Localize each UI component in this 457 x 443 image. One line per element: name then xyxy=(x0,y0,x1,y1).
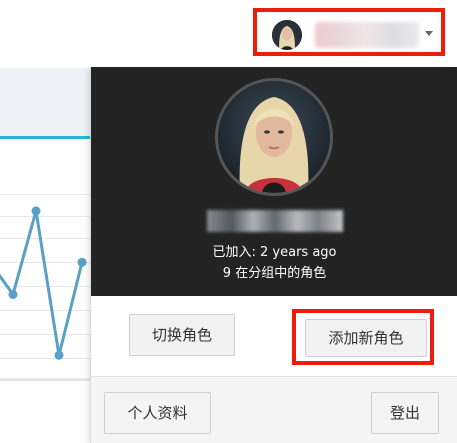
add-character-button[interactable]: 添加新角色 xyxy=(305,319,427,357)
character-name-redacted xyxy=(207,210,343,232)
character-actions: 切换角色 添加新角色 xyxy=(91,296,457,376)
background-bottom-border xyxy=(0,378,100,381)
profile-button[interactable]: 个人资料 xyxy=(104,392,211,434)
logout-button[interactable]: 登出 xyxy=(371,392,439,434)
chevron-down-icon xyxy=(425,31,433,36)
character-portrait xyxy=(215,78,333,196)
background-accent-bar xyxy=(0,136,100,139)
background-line-chart xyxy=(0,206,87,360)
user-menu-trigger[interactable] xyxy=(253,8,445,56)
joined-text: 已加入: 2 years ago xyxy=(212,245,337,260)
chart-point xyxy=(8,290,18,299)
avatar-small xyxy=(272,20,302,50)
switch-character-button[interactable]: 切换角色 xyxy=(129,314,235,356)
username-redacted xyxy=(315,22,419,48)
add-character-highlight: 添加新角色 xyxy=(292,309,434,365)
chart-point xyxy=(31,206,41,216)
chart-point xyxy=(77,257,87,267)
dropdown-footer: 个人资料 登出 xyxy=(91,377,457,443)
top-bar xyxy=(0,0,457,68)
chart-point xyxy=(54,350,64,360)
background-header xyxy=(0,68,100,136)
user-dropdown: 已加入: 2 years ago 9 在分组中的角色 切换角色 添加新角色 个人… xyxy=(90,67,457,443)
profile-header: 已加入: 2 years ago 9 在分组中的角色 xyxy=(91,67,457,296)
group-count-text: 9 在分组中的角色 xyxy=(222,266,327,281)
chart-line xyxy=(0,210,84,356)
